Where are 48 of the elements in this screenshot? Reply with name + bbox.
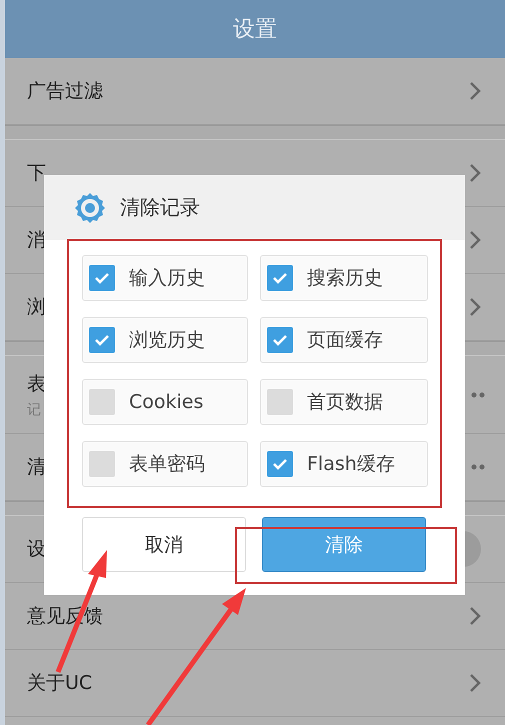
option-checkbox[interactable]: 表单密码: [82, 441, 248, 487]
option-checkbox[interactable]: 搜索历史: [260, 255, 428, 301]
option-checkbox[interactable]: Cookies: [82, 379, 248, 425]
row-label: 下: [27, 161, 46, 186]
option-checkbox[interactable]: 浏览历史: [82, 317, 248, 363]
chevron-icon: [469, 606, 481, 626]
check-icon: [272, 271, 288, 285]
row-label: 关于UC: [27, 671, 92, 696]
option-label: 输入历史: [129, 266, 205, 291]
checkbox[interactable]: [89, 327, 115, 353]
checkbox[interactable]: [267, 389, 293, 415]
check-icon: [94, 271, 110, 285]
option-label: 页面缓存: [307, 328, 383, 353]
option-label: 搜索历史: [307, 266, 383, 291]
option-label: Flash缓存: [307, 452, 395, 477]
option-checkbox[interactable]: 首页数据: [260, 379, 428, 425]
chevron-icon: [469, 163, 481, 183]
option-label: Cookies: [129, 391, 204, 413]
option-checkbox[interactable]: Flash缓存: [260, 441, 428, 487]
option-checkbox[interactable]: 页面缓存: [260, 317, 428, 363]
settings-icon: [74, 192, 106, 224]
chevron-icon: [469, 673, 481, 693]
page-title: 设置: [233, 16, 277, 44]
row-sublabel: 记: [27, 400, 42, 418]
option-label: 首页数据: [307, 390, 383, 415]
more-icon: [471, 464, 485, 470]
option-label: 表单密码: [129, 452, 205, 477]
row-label: 广告过滤: [27, 79, 103, 104]
checkbox[interactable]: [267, 265, 293, 291]
check-icon: [272, 457, 288, 471]
cancel-button[interactable]: 取消: [82, 517, 246, 572]
row-label: 设: [27, 537, 46, 562]
checkbox[interactable]: [267, 451, 293, 477]
chevron-icon: [469, 230, 481, 250]
more-icon: [471, 392, 485, 398]
row-label: 表: [27, 372, 46, 396]
row-label: 清: [27, 455, 46, 480]
option-checkbox[interactable]: 输入历史: [82, 255, 248, 301]
settings-row[interactable]: 关于UC: [5, 650, 505, 717]
checkbox[interactable]: [267, 327, 293, 353]
checkbox[interactable]: [89, 451, 115, 477]
check-icon: [272, 333, 288, 347]
option-label: 浏览历史: [129, 328, 205, 353]
check-icon: [94, 333, 110, 347]
chevron-icon: [469, 81, 481, 101]
checkbox[interactable]: [89, 389, 115, 415]
chevron-icon: [469, 297, 481, 317]
checkbox[interactable]: [89, 265, 115, 291]
